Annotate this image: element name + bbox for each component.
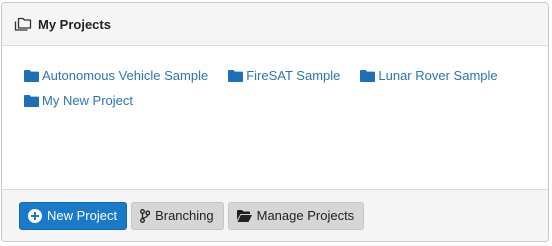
project-link-autonomous-vehicle[interactable]: Autonomous Vehicle Sample — [24, 68, 208, 84]
project-label: Autonomous Vehicle Sample — [42, 68, 209, 83]
my-projects-panel: My Projects Autonomous Vehicle Sample Fi… — [1, 2, 549, 242]
manage-projects-label: Manage Projects — [256, 208, 355, 223]
new-project-label: New Project — [47, 208, 118, 223]
project-list: Autonomous Vehicle Sample FireSAT Sample… — [24, 68, 524, 109]
folder-icon — [24, 95, 39, 107]
folder-icon — [228, 70, 244, 82]
folder-icon — [360, 70, 376, 82]
project-label: Lunar Rover Sample — [378, 68, 498, 83]
new-project-button[interactable]: New Project — [19, 201, 128, 230]
branch-icon — [140, 208, 151, 223]
panel-title: My Projects — [38, 16, 111, 32]
folders-icon — [14, 17, 32, 31]
project-link-my-new-project[interactable]: My New Project — [24, 93, 133, 109]
branching-button[interactable]: Branching — [131, 201, 224, 230]
project-link-lunar-rover[interactable]: Lunar Rover Sample — [360, 68, 498, 84]
project-label: My New Project — [42, 93, 134, 108]
panel-header: My Projects — [2, 3, 548, 46]
plus-circle-icon — [28, 208, 42, 223]
branching-label: Branching — [155, 208, 214, 223]
project-link-firesat[interactable]: FireSAT Sample — [228, 68, 340, 84]
panel-body: Autonomous Vehicle Sample FireSAT Sample… — [2, 46, 548, 189]
panel-footer: New Project Branching Manage Projects — [2, 189, 548, 241]
folder-icon — [24, 70, 39, 82]
folder-open-icon — [236, 209, 252, 222]
project-label: FireSAT Sample — [246, 68, 341, 83]
manage-projects-button[interactable]: Manage Projects — [227, 201, 365, 230]
